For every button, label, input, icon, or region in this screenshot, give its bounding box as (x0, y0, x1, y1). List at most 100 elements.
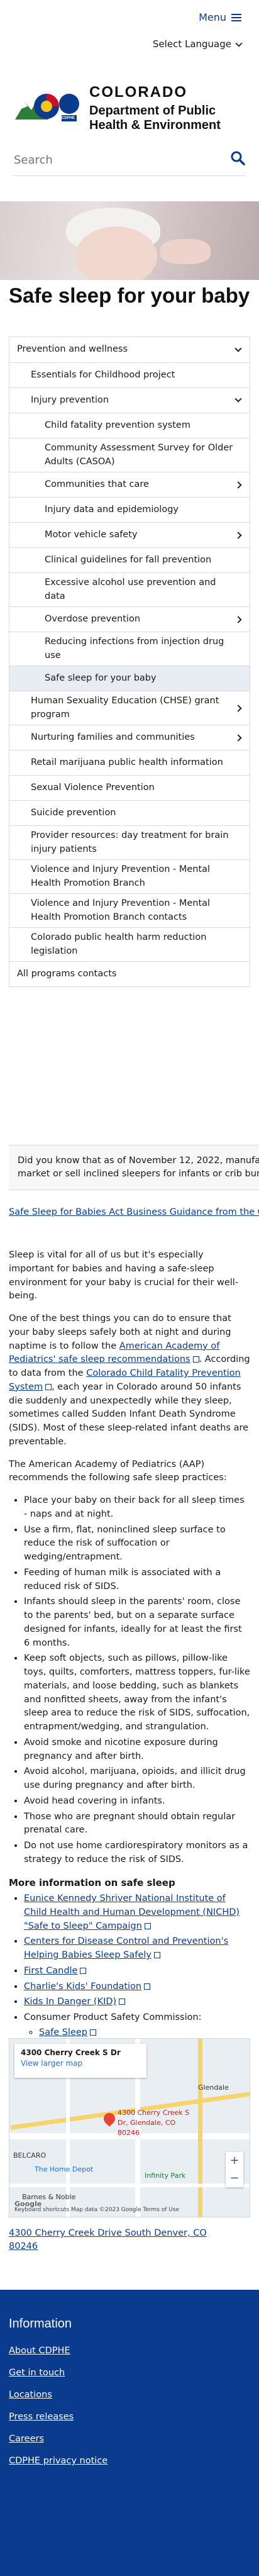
nav-item[interactable]: Injury prevention (9, 388, 250, 413)
nav-item[interactable]: Injury data and epidemiology (9, 497, 250, 522)
search-input[interactable] (14, 153, 202, 167)
nav-item[interactable]: Colorado public health harm reduction le… (9, 927, 250, 961)
nav-item[interactable]: Community Assessment Survey for Older Ad… (9, 438, 250, 472)
nav-item-label: Violence and Injury Prevention - Mental … (31, 898, 211, 922)
search-icon[interactable] (230, 150, 245, 170)
nav-item-label: Human Sexuality Education (CHSE) grant p… (31, 696, 219, 720)
zoom-control[interactable]: + − (226, 2152, 243, 2187)
practices-intro: The American Academy of Pediatrics (AAP)… (9, 1459, 227, 1483)
list-item: Use a firm, flat, noninclined sleep surf… (24, 1524, 250, 1564)
nav-item[interactable]: All programs contacts (9, 961, 250, 986)
nav-item[interactable]: Retail marijuana public health informati… (9, 750, 250, 775)
nav-item[interactable]: Reducing infections from injection drug … (9, 632, 250, 666)
footer-link[interactable]: Locations (9, 2389, 250, 2402)
address: 4300 Cherry Creek Drive South Denver, CO… (9, 2227, 250, 2253)
map-label: Glendale (198, 2083, 229, 2092)
nav-item-label: Injury data and epidemiology (45, 504, 179, 515)
logo-title: COLORADO (89, 84, 187, 101)
chevron-down-icon[interactable] (234, 395, 242, 403)
hero-image (0, 201, 259, 280)
nav-item[interactable]: Excessive alcohol use prevention and dat… (9, 572, 250, 606)
address-line-2: 80246 (9, 2241, 38, 2252)
resource-link[interactable]: Centers for Disease Control and Preventi… (24, 1936, 228, 1960)
list-item: Avoid head covering in infants. (24, 1795, 250, 1809)
footer-link[interactable]: About CDPHE (9, 2345, 250, 2358)
nav-item[interactable]: Nurturing families and communities (9, 725, 250, 750)
nav-item-label: Colorado public health harm reduction le… (31, 932, 207, 956)
chevron-right-icon[interactable] (234, 733, 242, 742)
list-item: Kids In Danger (KID) (24, 1995, 250, 2009)
nav-item[interactable]: Human Sexuality Education (CHSE) grant p… (9, 691, 250, 725)
nav-item-label: Community Assessment Survey for Older Ad… (45, 443, 233, 467)
address-link[interactable]: 4300 Cherry Creek Drive South Denver, CO… (9, 2228, 207, 2251)
list-item: Those who are pregnant should obtain reg… (24, 1810, 250, 1838)
language-select[interactable]: Select Language (152, 38, 243, 52)
footer-link[interactable]: CDPHE privacy notice (9, 2455, 250, 2468)
chevron-down-icon[interactable] (234, 344, 242, 352)
nav-item-label: Communities that care (45, 479, 149, 489)
external-link-icon (90, 2029, 97, 2036)
nav-item-label: All programs contacts (17, 968, 117, 979)
nav-item[interactable]: Sexual Violence Prevention (9, 775, 250, 800)
list-item: Avoid smoke and nicotine exposure during… (24, 1736, 250, 1764)
chevron-right-icon[interactable] (234, 615, 242, 623)
main-content: Sleep is vital for all of us but it's es… (9, 1249, 250, 2064)
language-label: Select Language (152, 38, 231, 50)
list-item: Charlie's Kids' Foundation (24, 1980, 250, 1994)
address-line-1: 4300 Cherry Creek Drive South Denver, CO (9, 2228, 207, 2238)
site-footer: Information About CDPHE Get in touch Locat… (0, 2290, 259, 2576)
map-label: The Home Depot (35, 2165, 94, 2173)
nav-item[interactable]: Safe sleep for your baby (9, 666, 250, 691)
nav-item-label: Clinical guidelines for fall prevention (45, 554, 212, 565)
chevron-right-icon[interactable] (234, 704, 242, 712)
nav-item[interactable]: Prevention and wellness (9, 337, 250, 362)
nav-item[interactable]: Motor vehicle safety (9, 522, 250, 547)
chevron-right-icon[interactable] (234, 481, 242, 489)
footer-link[interactable]: Press releases (9, 2411, 250, 2424)
list-item: Do not use home cardiorespiratory monito… (24, 1839, 250, 1867)
search-bar (14, 145, 245, 176)
view-larger-map-link[interactable]: View larger map (21, 2058, 140, 2069)
chevron-right-icon[interactable] (234, 531, 242, 539)
nav-item[interactable]: Provider resources: day treatment for br… (9, 825, 250, 859)
nav-item-label: Violence and Injury Prevention - Mental … (31, 864, 211, 888)
footer-heading: Information (9, 2317, 72, 2331)
nav-item[interactable]: Overdose prevention (9, 606, 250, 632)
footer-link[interactable]: Careers (9, 2433, 250, 2446)
nav-item[interactable]: Suicide prevention (9, 800, 250, 825)
cpsc-link[interactable]: Safe Sleep (39, 2027, 87, 2038)
resource-link[interactable]: Eunice Kennedy Shriver National Institut… (24, 1893, 240, 1931)
nav-item[interactable]: Clinical guidelines for fall prevention (9, 547, 250, 572)
location-map[interactable]: 4300 Cherry Creek S Dr View larger map 4… (9, 2038, 250, 2217)
zoom-in-icon[interactable]: + (226, 2152, 243, 2170)
resource-link[interactable]: Charlie's Kids' Foundation (24, 1982, 141, 1992)
list-item: First Candle (24, 1965, 250, 1978)
resource-link[interactable]: First Candle (24, 1966, 77, 1976)
footer-link[interactable]: Get in touch (9, 2367, 250, 2380)
list-item: Eunice Kennedy Shriver National Institut… (24, 1892, 250, 1933)
nav-item-label: Suicide prevention (31, 807, 116, 818)
map-pin-label: 4300 Cherry Creek S Dr, Glendale, CO 802… (118, 2109, 190, 2137)
nav-item-label: Child fatality prevention system (45, 420, 190, 430)
nav-item[interactable]: Violence and Injury Prevention - Mental … (9, 893, 250, 927)
resource-link[interactable]: Kids In Danger (KID) (24, 1997, 116, 2007)
zoom-out-icon[interactable]: − (226, 2170, 243, 2187)
list-item: Feeding of human milk is associated with… (24, 1566, 250, 1594)
list-item: Centers for Disease Control and Preventi… (24, 1935, 250, 1963)
menu-label: Menu (199, 11, 226, 23)
nav-item[interactable]: Child fatality prevention system (9, 413, 250, 438)
nav-item[interactable]: Violence and Injury Prevention - Mental … (9, 859, 250, 893)
resources-list: Eunice Kennedy Shriver National Institut… (9, 1892, 250, 2055)
nav-item[interactable]: Essentials for Childhood project (9, 362, 250, 388)
guidance-link[interactable]: Safe Sleep for Babies Act Business Guida… (9, 1207, 259, 1217)
logo-badge: CDPHE (62, 116, 75, 121)
chevron-down-icon (235, 40, 243, 47)
nav-item-label: Essentials for Childhood project (31, 369, 175, 380)
nav-item[interactable]: Communities that care (9, 472, 250, 497)
list-item: Place your baby on their back for all sl… (24, 1494, 250, 1522)
map-label: Infinity Park (145, 2172, 186, 2180)
aap-text-3: , each year in Colorado around 50 infant… (9, 1381, 249, 1447)
menu-button[interactable]: Menu (199, 10, 241, 25)
notice-banner: Did you know that as of November 12, 202… (9, 1145, 259, 1191)
site-logo[interactable]: CDPHE COLORADO Department of Public Heal… (14, 82, 245, 133)
